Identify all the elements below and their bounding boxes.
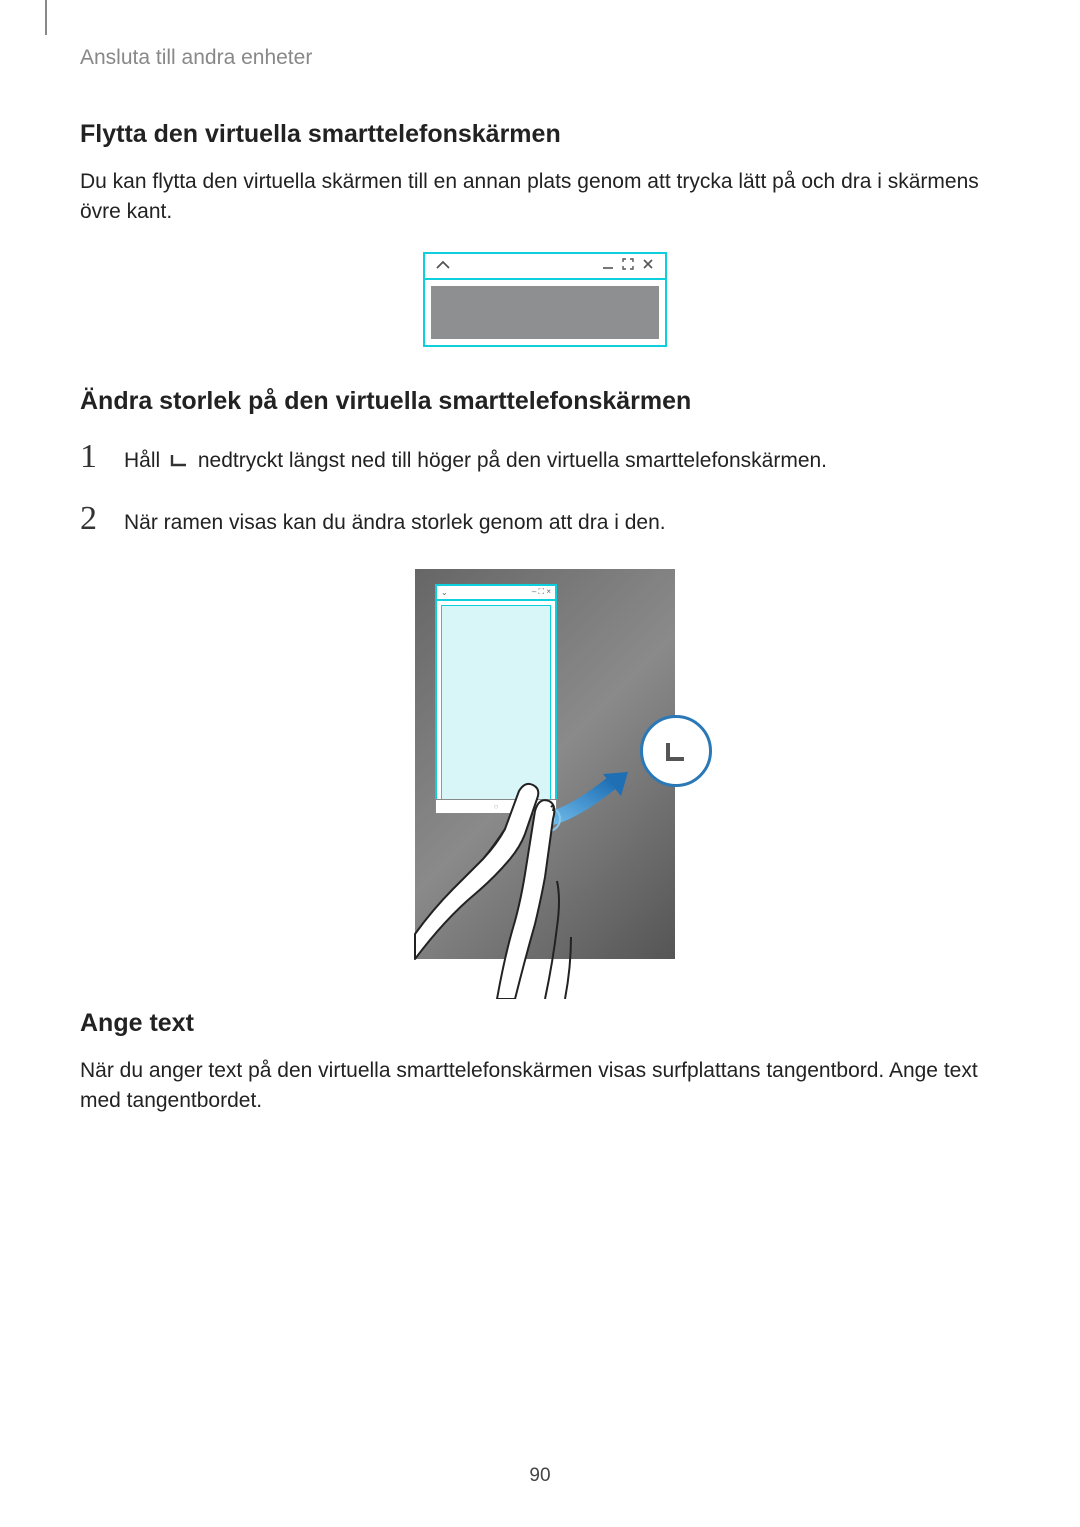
minimize-icon	[601, 257, 615, 274]
window-body-area	[431, 286, 659, 339]
resize-corner-icon	[660, 735, 692, 767]
figure-resize-gesture: ⌄ – ⛶ × ○	[80, 569, 1010, 959]
step-text-after: nedtryckt längst ned till höger på den v…	[192, 449, 827, 472]
body-move-virtual-screen: Du kan flytta den virtuella skärmen till…	[80, 167, 1010, 228]
drag-arrow-icon	[533, 764, 643, 834]
step-text: Håll nedtryckt längst ned till höger på …	[124, 446, 827, 476]
resize-corner-icon	[168, 448, 190, 466]
resize-handle-callout	[640, 715, 712, 787]
step-2: 2 När ramen visas kan du ändra storlek g…	[80, 502, 1010, 538]
step-text-before: Håll	[124, 449, 166, 472]
heading-enter-text: Ange text	[80, 1009, 1010, 1038]
steps-list: 1 Håll nedtryckt längst ned till höger p…	[80, 440, 1010, 539]
chevron-down-icon: ⌄	[441, 588, 448, 597]
page-number: 90	[0, 1465, 1080, 1487]
maximize-icon	[621, 257, 635, 274]
heading-move-virtual-screen: Flytta den virtuella smarttelefonskärmen	[80, 120, 1010, 149]
body-enter-text: När du anger text på den virtuella smart…	[80, 1056, 1010, 1117]
step-number: 2	[80, 502, 102, 536]
breadcrumb: Ansluta till andra enheter	[80, 46, 1010, 70]
tablet-background: ⌄ – ⛶ × ○	[415, 569, 675, 959]
step-1: 1 Håll nedtryckt längst ned till höger p…	[80, 440, 1010, 476]
tablet-window-titlebar: ⌄ – ⛶ ×	[437, 586, 555, 601]
heading-resize-virtual-screen: Ändra storlek på den virtuella smarttele…	[80, 387, 1010, 416]
step-text: När ramen visas kan du ändra storlek gen…	[124, 508, 666, 538]
window-controls-small: – ⛶ ×	[532, 587, 551, 597]
virtual-window	[423, 252, 667, 347]
chevron-up-icon	[435, 258, 451, 274]
step-number: 1	[80, 440, 102, 474]
page-edge-marker	[45, 0, 47, 35]
window-titlebar	[425, 254, 665, 280]
close-icon	[641, 257, 655, 274]
figure-window-titlebar	[80, 252, 1010, 347]
